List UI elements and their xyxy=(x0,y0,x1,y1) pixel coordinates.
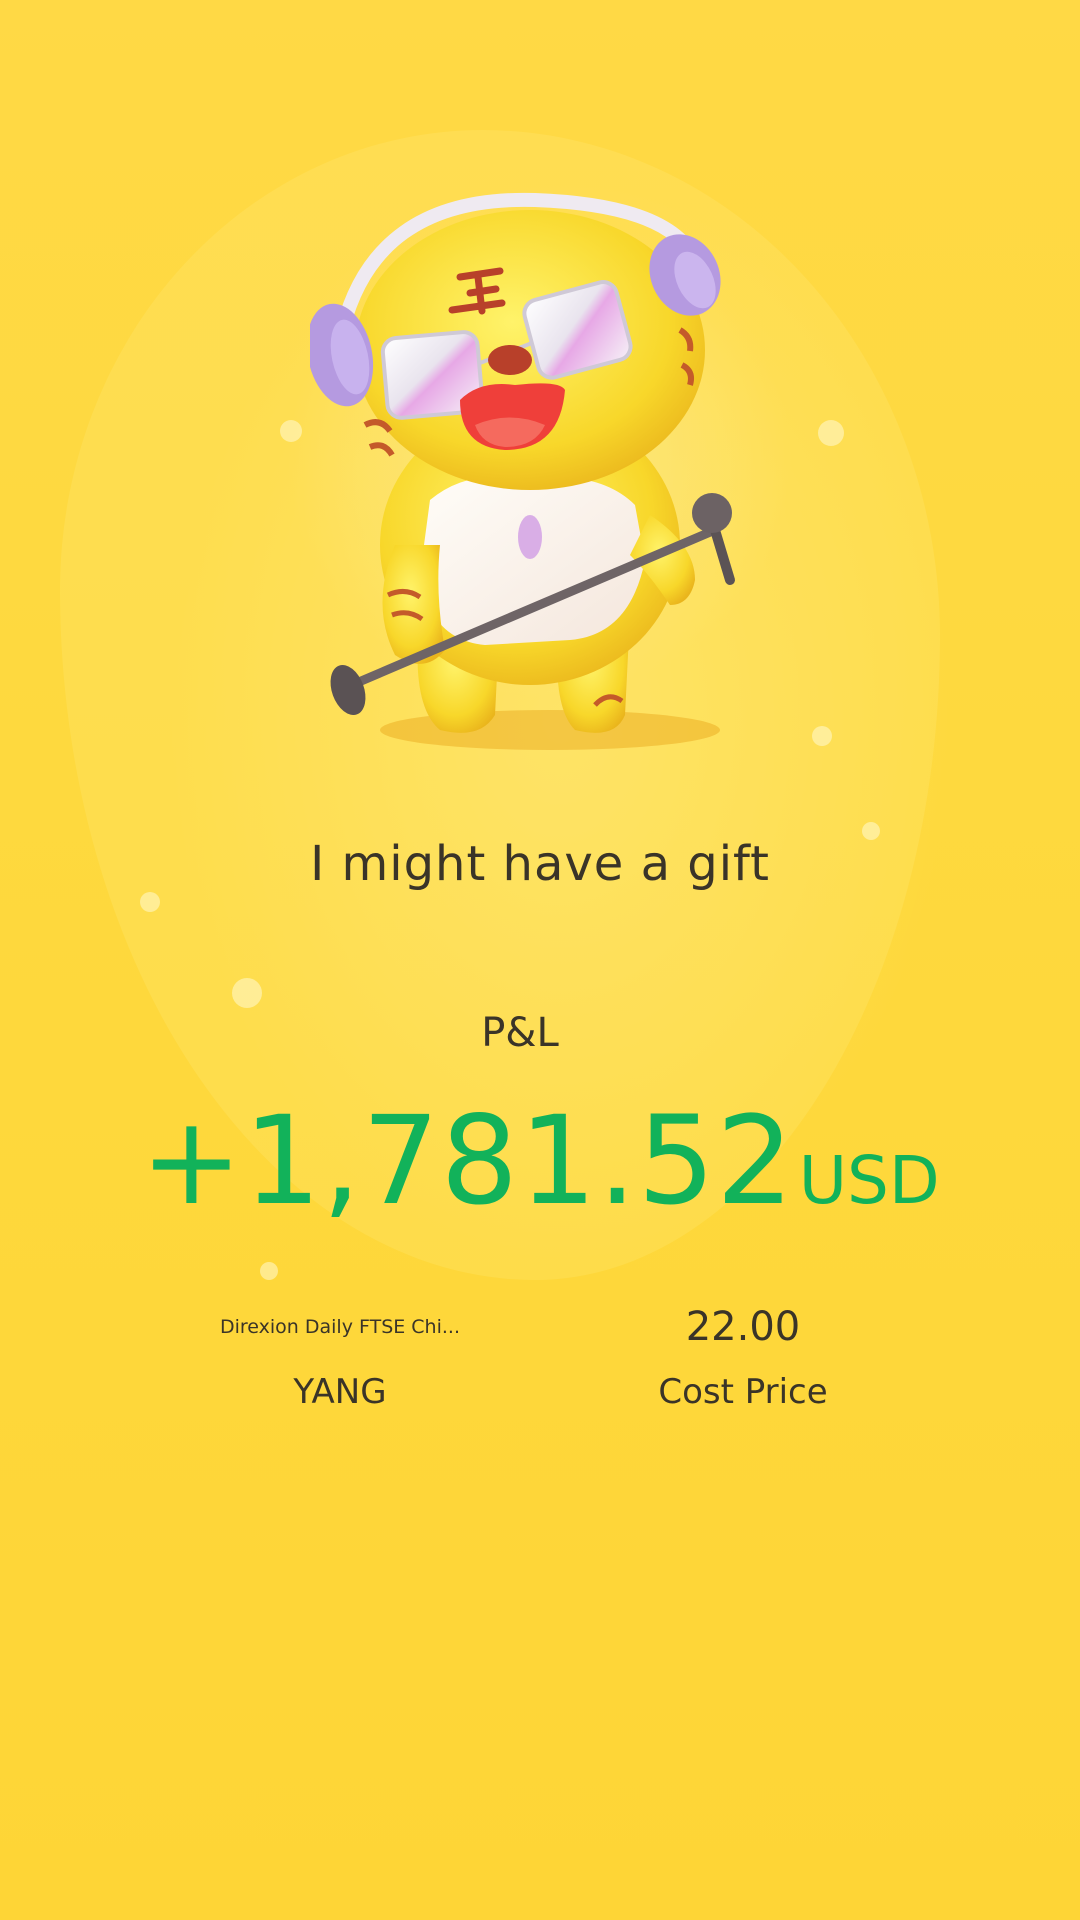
pnl-value: +1,781.52USD xyxy=(0,1090,1080,1232)
cost-price-value: 22.00 xyxy=(685,1304,801,1350)
sparkle-decoration xyxy=(260,1262,278,1280)
cost-price-label: Cost Price xyxy=(658,1372,828,1412)
pnl-label: P&L xyxy=(481,1010,559,1056)
sparkle-decoration xyxy=(818,420,844,446)
sparkle-decoration xyxy=(280,420,302,442)
sparkle-decoration xyxy=(232,978,262,1008)
stock-symbol: YANG xyxy=(293,1372,387,1412)
gift-headline: I might have a gift xyxy=(310,836,770,892)
sparkle-decoration xyxy=(812,726,832,746)
pnl-currency: USD xyxy=(798,1142,940,1219)
pnl-amount: +1,781.52 xyxy=(140,1090,795,1232)
tiger-mascot-icon xyxy=(310,192,735,750)
sparkle-decoration xyxy=(140,892,160,912)
stock-name: Direxion Daily FTSE Chi... xyxy=(219,1316,460,1338)
